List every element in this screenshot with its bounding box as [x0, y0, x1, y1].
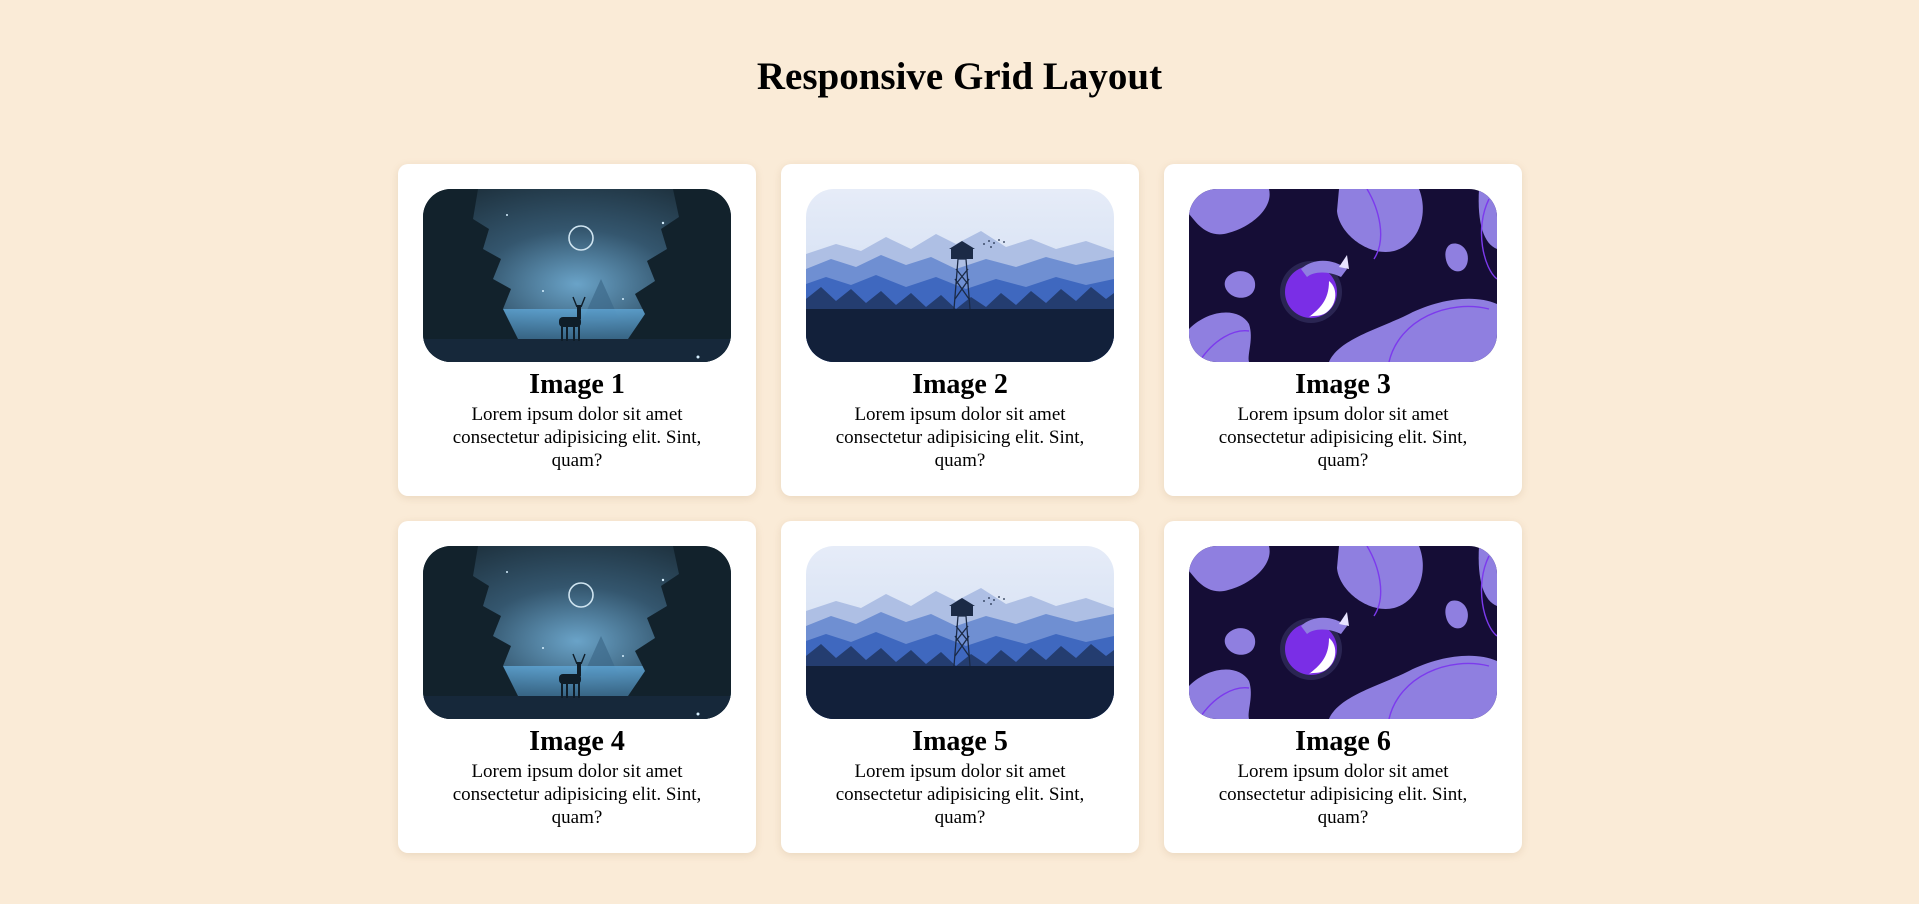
- card-description: Lorem ipsum dolor sit amet consectetur a…: [1218, 404, 1468, 471]
- card-1[interactable]: Image 1 Lorem ipsum dolor sit amet conse…: [398, 164, 756, 496]
- card-5[interactable]: Image 5 Lorem ipsum dolor sit amet conse…: [781, 521, 1139, 853]
- card-grid: Image 1 Lorem ipsum dolor sit amet conse…: [398, 164, 1523, 853]
- card-title: Image 1: [529, 369, 625, 400]
- card-description: Lorem ipsum dolor sit amet consectetur a…: [835, 404, 1085, 471]
- night-forest-deer-image: [423, 546, 731, 719]
- card-4[interactable]: Image 4 Lorem ipsum dolor sit amet conse…: [398, 521, 756, 853]
- card-description: Lorem ipsum dolor sit amet consectetur a…: [452, 404, 702, 471]
- card-title: Image 4: [529, 726, 625, 757]
- card-title: Image 2: [912, 369, 1008, 400]
- card-description: Lorem ipsum dolor sit amet consectetur a…: [835, 761, 1085, 828]
- blue-mountains-watchtower-image: [806, 546, 1114, 719]
- card-title: Image 3: [1295, 369, 1391, 400]
- card-title: Image 5: [912, 726, 1008, 757]
- card-6[interactable]: Image 6 Lorem ipsum dolor sit amet conse…: [1164, 521, 1522, 853]
- purple-abstract-logo-image: [1189, 189, 1497, 362]
- night-forest-deer-image: [423, 189, 731, 362]
- card-title: Image 6: [1295, 726, 1391, 757]
- page-title: Responsive Grid Layout: [756, 55, 1163, 98]
- card-description: Lorem ipsum dolor sit amet consectetur a…: [1218, 761, 1468, 828]
- card-2[interactable]: Image 2 Lorem ipsum dolor sit amet conse…: [781, 164, 1139, 496]
- card-description: Lorem ipsum dolor sit amet consectetur a…: [452, 761, 702, 828]
- blue-mountains-watchtower-image: [806, 189, 1114, 362]
- card-3[interactable]: Image 3 Lorem ipsum dolor sit amet conse…: [1164, 164, 1522, 496]
- purple-abstract-logo-image: [1189, 546, 1497, 719]
